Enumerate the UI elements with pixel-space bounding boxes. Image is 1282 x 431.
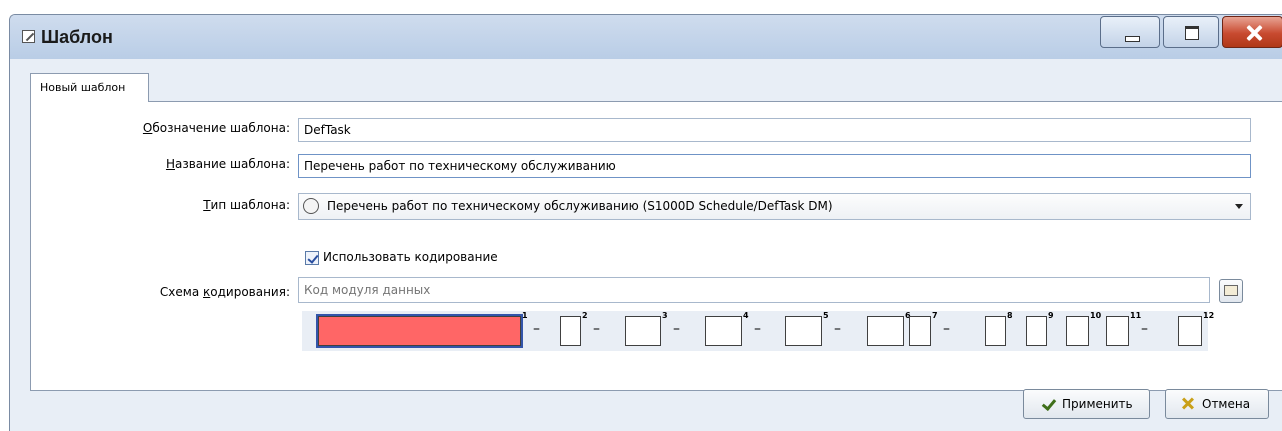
segment-separator: – [533, 321, 540, 337]
window-title: Шаблон [41, 27, 113, 47]
segment-separator: – [673, 321, 680, 337]
code-segment-11[interactable] [1106, 316, 1129, 346]
coding-segments: 1–2–3–4–5–6 7–8 9 10 11–12 [302, 311, 1214, 351]
segment-number: 11 [1130, 311, 1142, 320]
segment-separator: – [943, 321, 950, 337]
checkmark-icon [1041, 395, 1057, 412]
maximize-button[interactable] [1163, 16, 1219, 48]
scheme-label-text: Схема кодирования: [159, 285, 290, 299]
name-label-text: Название шаблона: [165, 157, 290, 171]
dialog-window: Шаблон Новый шаблон Обозначение шаблона:… [9, 14, 1282, 431]
cancel-label: Отмена [1202, 397, 1251, 411]
designation-label-text: Обозначение шаблона: [142, 121, 290, 135]
segment-number: 1 [522, 311, 528, 320]
scheme-browse-button[interactable] [1219, 279, 1243, 303]
designation-field[interactable]: DefTask [298, 118, 1251, 142]
segment-separator: – [1141, 321, 1148, 337]
apply-label: Применить [1062, 397, 1133, 411]
segment-separator: – [754, 321, 761, 337]
code-segment-7[interactable] [909, 316, 931, 346]
type-selected-value: Перечень работ по техническому обслужива… [327, 199, 833, 213]
code-segment-12[interactable] [1178, 316, 1202, 346]
cancel-button[interactable]: Отмена [1165, 389, 1269, 419]
use-coding-label[interactable]: Использовать кодирование [323, 250, 498, 264]
use-coding-label-text: Использовать кодирование [323, 250, 498, 264]
tab-label: Новый шаблон [40, 81, 126, 94]
code-segment-2[interactable] [560, 316, 581, 346]
segment-number: 4 [743, 311, 749, 320]
apply-button[interactable]: Применить [1023, 389, 1150, 419]
tab-new-template[interactable]: Новый шаблон [30, 73, 149, 102]
code-segment-4[interactable] [705, 316, 742, 346]
schedule-icon [303, 198, 319, 214]
segment-number: 2 [582, 311, 588, 320]
name-field[interactable]: Перечень работ по техническому обслужива… [298, 154, 1251, 178]
use-coding-checkbox[interactable] [305, 251, 319, 265]
name-label: Название шаблона: [166, 157, 290, 171]
scheme-label: Схема кодирования: [160, 285, 290, 299]
code-segment-1[interactable] [316, 314, 523, 348]
segment-number: 8 [1007, 311, 1013, 320]
segment-number: 12 [1203, 311, 1215, 320]
scheme-input[interactable] [298, 277, 1210, 303]
type-label-text: Тип шаблона: [203, 198, 290, 212]
code-segment-9[interactable] [1026, 316, 1047, 346]
code-segment-8[interactable] [985, 316, 1006, 346]
code-segment-5[interactable] [785, 316, 822, 346]
scheme-browse-icon [1224, 285, 1238, 296]
segment-number: 9 [1048, 311, 1054, 320]
type-dropdown[interactable]: Перечень работ по техническому обслужива… [298, 193, 1251, 220]
segment-number: 5 [823, 311, 829, 320]
title-bar[interactable]: Шаблон [10, 15, 1282, 59]
chevron-down-icon[interactable] [1235, 204, 1243, 209]
designation-label: Обозначение шаблона: [143, 121, 290, 135]
type-label: Тип шаблона: [203, 198, 290, 212]
code-segment-10[interactable] [1066, 316, 1089, 346]
segment-separator: – [593, 321, 600, 337]
code-segment-6[interactable] [867, 316, 904, 346]
close-button[interactable] [1222, 16, 1282, 48]
segment-separator: – [834, 321, 841, 337]
edit-template-icon [22, 30, 35, 43]
segment-number: 10 [1090, 311, 1102, 320]
code-segment-3[interactable] [625, 316, 661, 346]
minimize-button[interactable] [1100, 16, 1160, 48]
segment-number: 7 [932, 311, 938, 320]
segment-number: 3 [662, 311, 668, 320]
cross-icon [1181, 396, 1195, 410]
